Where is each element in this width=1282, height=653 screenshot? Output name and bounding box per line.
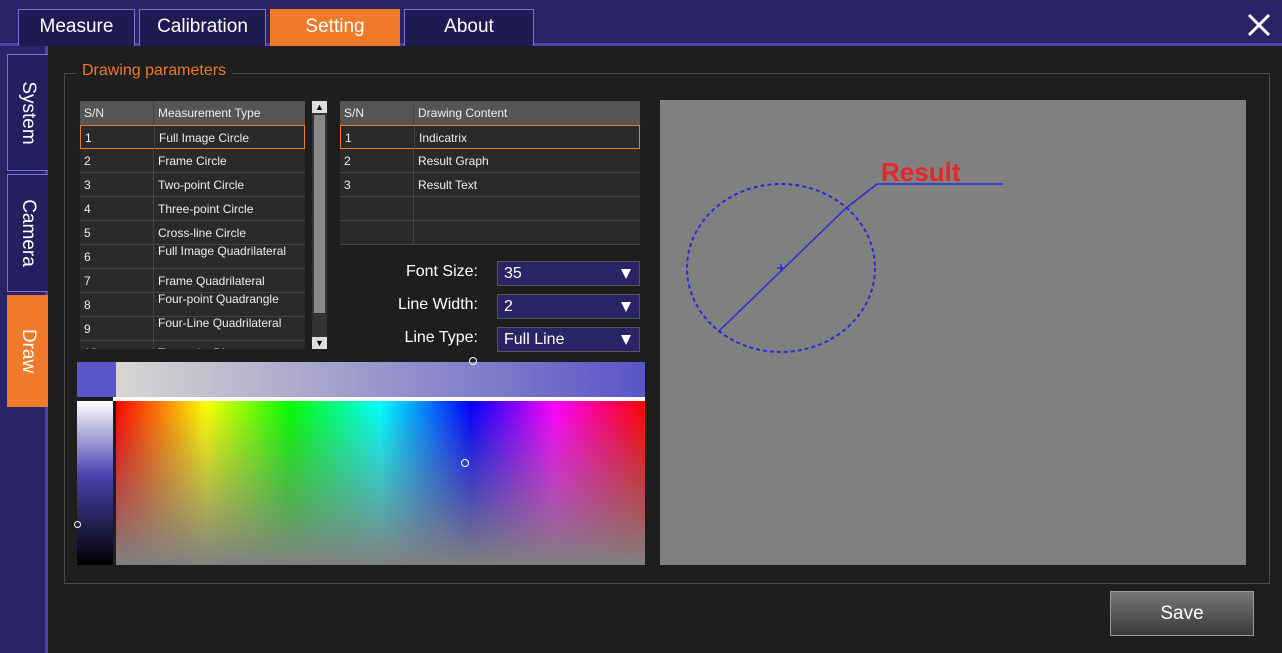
row-sn: 6 <box>80 245 154 269</box>
row-sn: 1 <box>81 126 155 150</box>
scroll-thumb[interactable] <box>314 115 325 313</box>
table-row[interactable]: 9 Four-Line Quadrilateral <box>80 317 305 341</box>
table-row[interactable]: 3 Result Text <box>340 173 640 197</box>
row-sn: 5 <box>80 221 154 245</box>
row-type: Full Image Quadrilateral <box>158 245 287 258</box>
drawing-preview: Result <box>660 100 1246 565</box>
saturation-knob[interactable] <box>469 357 477 365</box>
row-sn: 3 <box>80 173 154 197</box>
side-tab-bar: System Camera Draw <box>0 46 48 653</box>
row-sn: 3 <box>340 173 414 197</box>
table-row[interactable]: 1 Full Image Circle <box>80 125 305 150</box>
row-content <box>414 221 640 245</box>
leader-line <box>844 183 878 210</box>
table-header: S/N Drawing Content <box>340 101 640 125</box>
scroll-down-icon[interactable]: ▼ <box>312 337 327 349</box>
table-row[interactable]: 7 Frame Quadrilateral <box>80 269 305 293</box>
line-type-value: Full Line <box>504 331 565 348</box>
table-row[interactable]: 1 Indicatrix <box>340 125 640 150</box>
brightness-knob[interactable] <box>74 521 81 528</box>
drawing-content-table: S/N Drawing Content 1 Indicatrix 2 Result … <box>340 101 640 245</box>
dropdown-arrow-icon <box>621 302 631 312</box>
dropdown-arrow-icon <box>621 335 631 345</box>
row-type: Three-point Circle <box>158 202 254 216</box>
table-row[interactable]: 2 Frame Circle <box>80 149 305 173</box>
row-type: Frame Circle <box>158 154 227 168</box>
side-tab-label: Camera <box>18 199 39 267</box>
table-row[interactable]: 6 Full Image Quadrilateral <box>80 245 305 269</box>
tab-about[interactable]: About <box>404 9 534 46</box>
tab-setting[interactable]: Setting <box>270 9 400 46</box>
font-size-select[interactable]: 35 <box>497 261 640 286</box>
row-sn: 7 <box>80 269 154 293</box>
table-header: S/N Measurement Type <box>80 101 305 125</box>
row-content <box>414 197 640 221</box>
row-type: Full Image Circle <box>159 131 250 145</box>
row-type: Four-point Quadrangle <box>158 293 279 306</box>
measurement-table-scrollbar[interactable]: ▲ ▼ <box>312 101 327 349</box>
line-width-value: 2 <box>504 298 513 315</box>
group-title: Drawing parameters <box>76 62 233 80</box>
top-tab-bar: Measure Calibration Setting About <box>0 0 1282 46</box>
font-size-value: 35 <box>504 265 522 282</box>
hue-knob[interactable] <box>461 459 469 467</box>
row-sn: 9 <box>80 317 154 341</box>
color-picker <box>74 357 645 565</box>
row-sn <box>340 197 414 221</box>
row-sn <box>340 221 414 245</box>
row-type: Cross-line Circle <box>158 226 247 240</box>
tab-measure[interactable]: Measure <box>18 9 135 46</box>
row-type: Two-point Circle <box>158 178 245 192</box>
table-row[interactable]: 10Two-point Distance <box>80 341 305 349</box>
table-row[interactable]: 2 Result Graph <box>340 149 640 173</box>
table-row[interactable]: 4 Three-point Circle <box>80 197 305 221</box>
side-tab-camera[interactable]: Camera <box>7 174 48 292</box>
main-panel: Drawing parameters S/N Measurement Type … <box>48 46 1282 653</box>
header-sn: S/N <box>340 101 414 125</box>
measurement-type-table: S/N Measurement Type 1 Full Image Circle … <box>80 101 305 349</box>
side-tab-system[interactable]: System <box>7 54 48 171</box>
table-row[interactable] <box>340 197 640 221</box>
row-content: Result Text <box>418 178 478 192</box>
tab-calibration[interactable]: Calibration <box>139 9 266 46</box>
row-content: Result Graph <box>418 154 489 168</box>
row-sn: 1 <box>341 126 415 150</box>
row-sn: 4 <box>80 197 154 221</box>
row-content: Indicatrix <box>419 131 468 145</box>
preview-canvas: Result <box>686 157 1003 353</box>
header-drawing-content: Drawing Content <box>418 106 508 120</box>
row-sn: 8 <box>80 293 154 317</box>
row-type: Frame Quadrilateral <box>158 274 265 288</box>
row-sn: 2 <box>80 149 154 173</box>
row-type: Four-Line Quadrilateral <box>158 317 282 330</box>
color-saturation-bar[interactable] <box>116 357 645 397</box>
header-sn: S/N <box>80 101 154 125</box>
dropdown-arrow-icon <box>621 269 631 279</box>
line-width-label: Line Width: <box>397 296 478 313</box>
side-tab-draw[interactable]: Draw <box>7 295 48 407</box>
line-type-label: Line Type: <box>404 329 478 346</box>
scroll-up-icon[interactable]: ▲ <box>312 101 327 113</box>
line-type-select[interactable]: Full Line <box>497 327 640 352</box>
line-width-select[interactable]: 2 <box>497 294 640 319</box>
header-measurement-type: Measurement Type <box>158 106 261 120</box>
font-size-label: Font Size: <box>405 263 478 280</box>
table-row[interactable]: 5 Cross-line Circle <box>80 221 305 245</box>
table-row[interactable]: 3 Two-point Circle <box>80 173 305 197</box>
save-button[interactable]: Save <box>1110 591 1254 636</box>
table-row[interactable] <box>340 221 640 245</box>
side-tab-label: Draw <box>18 328 39 374</box>
row-sn: 2 <box>340 149 414 173</box>
result-text: Result <box>881 157 961 187</box>
close-icon[interactable] <box>1244 10 1274 40</box>
row-type: Two-point Distance <box>154 341 304 349</box>
brightness-bar[interactable] <box>74 401 113 565</box>
selected-color-swatch <box>77 362 116 397</box>
hue-spectrum[interactable] <box>116 401 645 565</box>
row-sn: 10 <box>80 341 154 349</box>
side-tab-label: System <box>18 80 39 145</box>
table-row[interactable]: 8 Four-point Quadrangle <box>80 293 305 317</box>
